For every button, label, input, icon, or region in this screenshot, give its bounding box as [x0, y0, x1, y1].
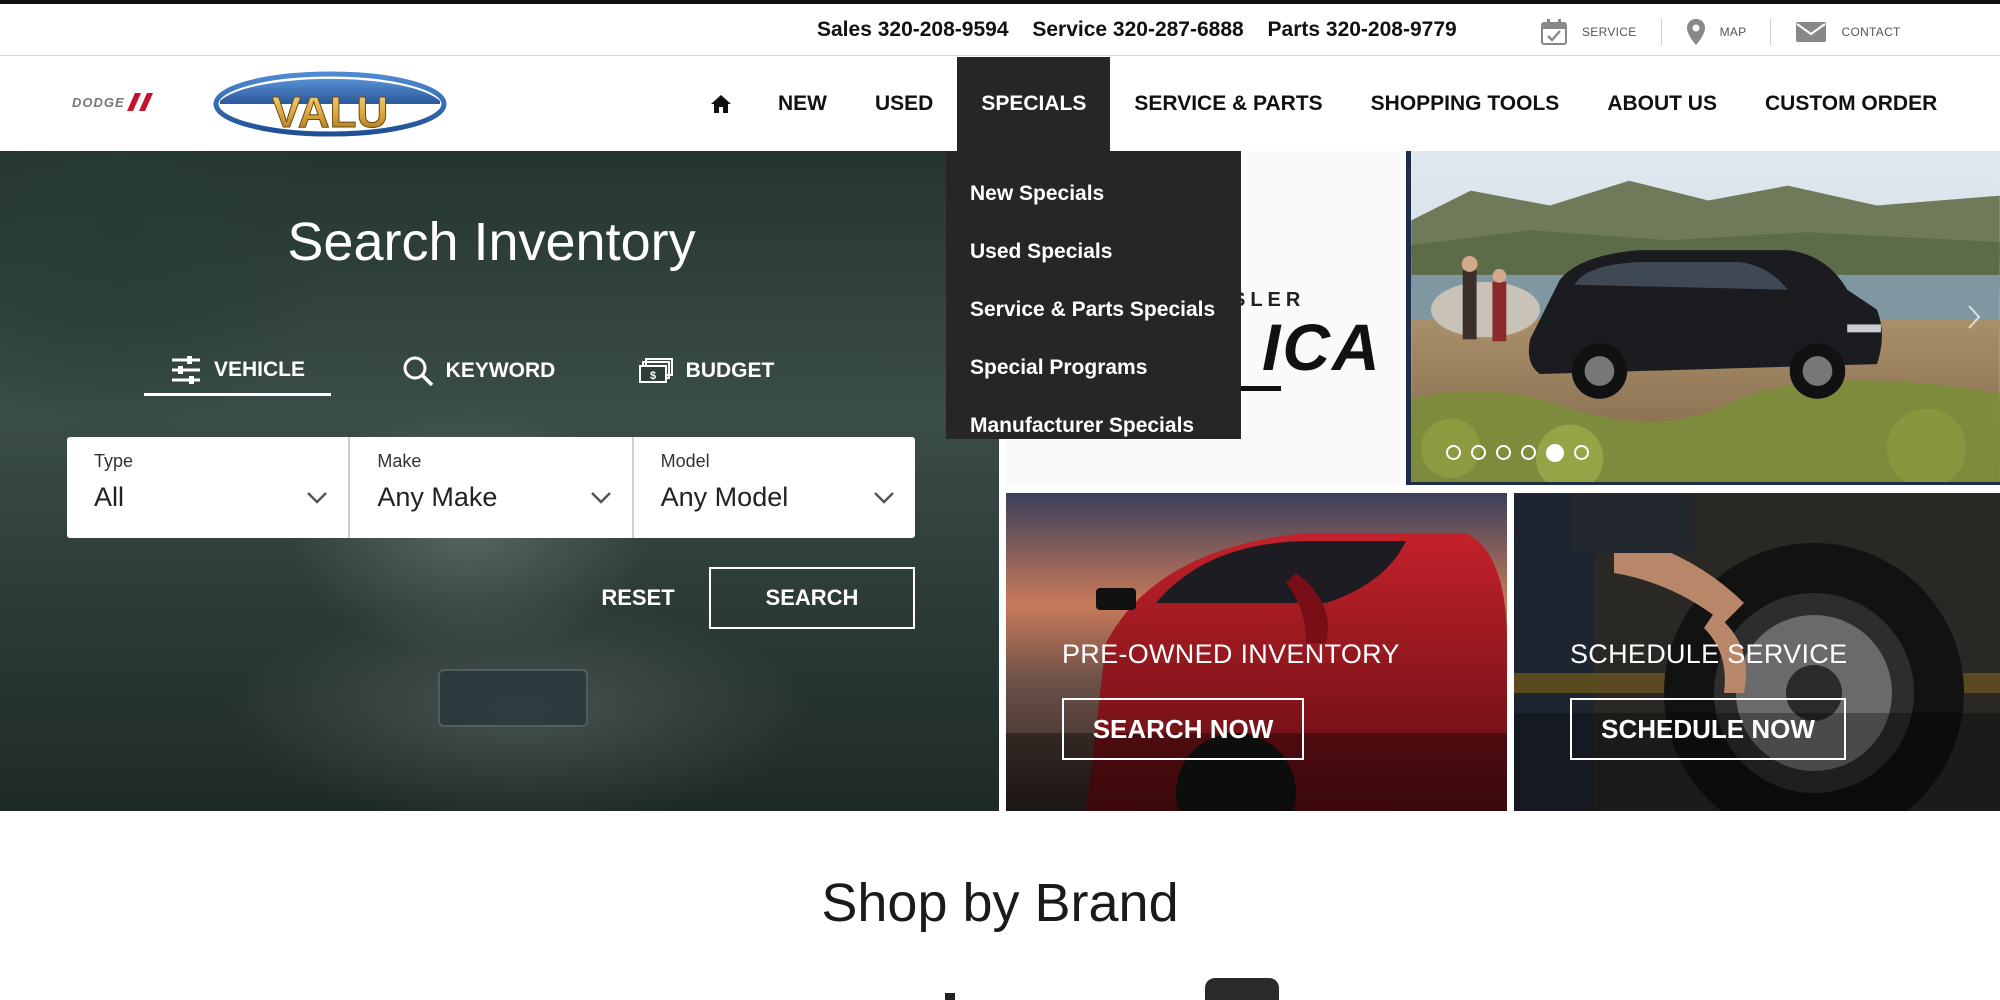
parts-phone-link[interactable]: Parts 320-208-9779 — [1268, 18, 1457, 41]
menu-service-parts-specials[interactable]: Service & Parts Specials — [946, 281, 1241, 339]
sales-phone-link[interactable]: Sales 320-208-9594 — [817, 18, 1009, 41]
utility-links: SERVICE MAP CONTACT — [1540, 14, 1901, 50]
menu-used-specials[interactable]: Used Specials — [946, 223, 1241, 281]
schedule-service-card[interactable]: SCHEDULE SERVICE SCHEDULE NOW — [1514, 493, 2000, 811]
shop-by-brand-title: Shop by Brand — [821, 873, 1179, 933]
nav-used[interactable]: USED — [851, 57, 957, 151]
tab-vehicle[interactable]: VEHICLE — [144, 346, 331, 396]
nav-custom-order[interactable]: CUSTOM ORDER — [1741, 57, 1961, 151]
type-select[interactable]: Type All — [67, 437, 348, 538]
make-select[interactable]: Make Any Make — [348, 437, 631, 538]
chevron-right-icon[interactable] — [1966, 303, 1982, 331]
menu-special-programs[interactable]: Special Programs — [946, 339, 1241, 397]
sliders-icon — [171, 355, 200, 384]
search-button[interactable]: SEARCH — [709, 567, 915, 629]
home-icon — [711, 95, 731, 113]
search-title: Search Inventory — [287, 212, 696, 272]
slider-dot[interactable] — [1496, 445, 1511, 460]
menu-new-specials[interactable]: New Specials — [946, 165, 1241, 223]
brand-rule — [1241, 386, 1281, 391]
nav-home[interactable] — [688, 57, 754, 151]
calendar-icon — [1541, 19, 1567, 45]
model-label: Model — [660, 451, 710, 471]
background-plate — [438, 669, 588, 727]
valu-logo-text: VALU — [272, 88, 389, 137]
service-link[interactable]: SERVICE — [1540, 18, 1637, 46]
minivan-lake-photo[interactable] — [1406, 151, 2000, 485]
chevron-down-icon — [874, 492, 894, 504]
envelope-icon — [1796, 22, 1827, 42]
map-link[interactable]: MAP — [1686, 18, 1747, 46]
dodge-logo[interactable]: DODGE — [72, 93, 155, 111]
brand-logo-peek[interactable] — [945, 993, 955, 1000]
service-link-label: SERVICE — [1582, 25, 1637, 39]
tab-keyword[interactable]: KEYWORD — [371, 346, 586, 396]
contact-link[interactable]: CONTACT — [1795, 20, 1900, 44]
make-label: Make — [377, 451, 422, 471]
reset-button[interactable]: RESET — [588, 579, 688, 617]
service-phone-link[interactable]: Service 320-287-6888 — [1032, 18, 1243, 41]
utility-bar: Sales 320-208-9594 Service 320-287-6888 … — [0, 4, 2000, 56]
pre-owned-card[interactable]: PRE-OWNED INVENTORY SEARCH NOW — [1006, 493, 1507, 811]
slider-dots — [1446, 443, 1599, 462]
chevron-down-icon — [307, 492, 328, 504]
nav-shopping-tools[interactable]: SHOPPING TOOLS — [1347, 57, 1584, 151]
brand-fragment-name: ICA — [1262, 310, 1382, 384]
brand-logo-peek[interactable] — [1205, 978, 1279, 1000]
map-link-label: MAP — [1719, 25, 1747, 39]
search-tabs: VEHICLE KEYWORD $ BUDGET — [144, 346, 786, 396]
slider-dot[interactable] — [1574, 445, 1589, 460]
slider-dot[interactable] — [1471, 445, 1486, 460]
tab-budget[interactable]: $ BUDGET — [626, 346, 786, 396]
tab-vehicle-label: VEHICLE — [213, 357, 305, 381]
money-icon: $ — [638, 358, 673, 383]
specials-dropdown: New Specials Used Specials Service & Par… — [946, 151, 1241, 439]
schedule-now-button[interactable]: SCHEDULE NOW — [1570, 698, 1846, 760]
main-nav: NEW USED SPECIALS SERVICE & PARTS SHOPPI… — [688, 57, 1961, 151]
search-icon — [403, 356, 433, 387]
nav-service-parts[interactable]: SERVICE & PARTS — [1110, 57, 1346, 151]
search-filters: Type All Make Any Make Model Any Model — [67, 437, 915, 538]
utility-divider — [1770, 18, 1772, 46]
contact-link-label: CONTACT — [1841, 25, 1901, 39]
utility-divider — [1660, 18, 1662, 46]
pre-owned-title: PRE-OWNED INVENTORY — [1062, 639, 1400, 669]
tab-budget-label: BUDGET — [685, 359, 775, 382]
type-label: Type — [94, 451, 134, 471]
main-header: DODGE VALU NEW USED SPECIALS SERVICE & P… — [0, 57, 2000, 151]
slider-dot[interactable] — [1446, 445, 1461, 460]
dodge-wordmark: DODGE — [72, 94, 125, 110]
chevron-down-icon — [590, 492, 611, 504]
nav-about-us[interactable]: ABOUT US — [1583, 57, 1741, 151]
dodge-stripes-icon — [126, 93, 153, 111]
slider-dot[interactable] — [1521, 445, 1536, 460]
schedule-service-title: SCHEDULE SERVICE — [1570, 639, 1848, 669]
svg-text:$: $ — [650, 370, 656, 382]
search-inventory-panel: Search Inventory VEHICLE KEYWORD $ BUDGE… — [0, 151, 999, 811]
map-pin-icon — [1686, 19, 1705, 45]
slider-dot-active[interactable] — [1546, 443, 1564, 462]
menu-manufacturer-specials[interactable]: Manufacturer Specials — [946, 397, 1241, 455]
phone-numbers: Sales 320-208-9594 Service 320-287-6888 … — [817, 18, 1475, 42]
tab-keyword-label: KEYWORD — [445, 359, 556, 382]
nav-new[interactable]: NEW — [754, 57, 851, 151]
nav-specials[interactable]: SPECIALS — [957, 57, 1111, 151]
valu-logo[interactable]: VALU — [212, 71, 448, 137]
search-now-button[interactable]: SEARCH NOW — [1062, 698, 1304, 760]
model-select[interactable]: Model Any Model — [631, 437, 915, 538]
